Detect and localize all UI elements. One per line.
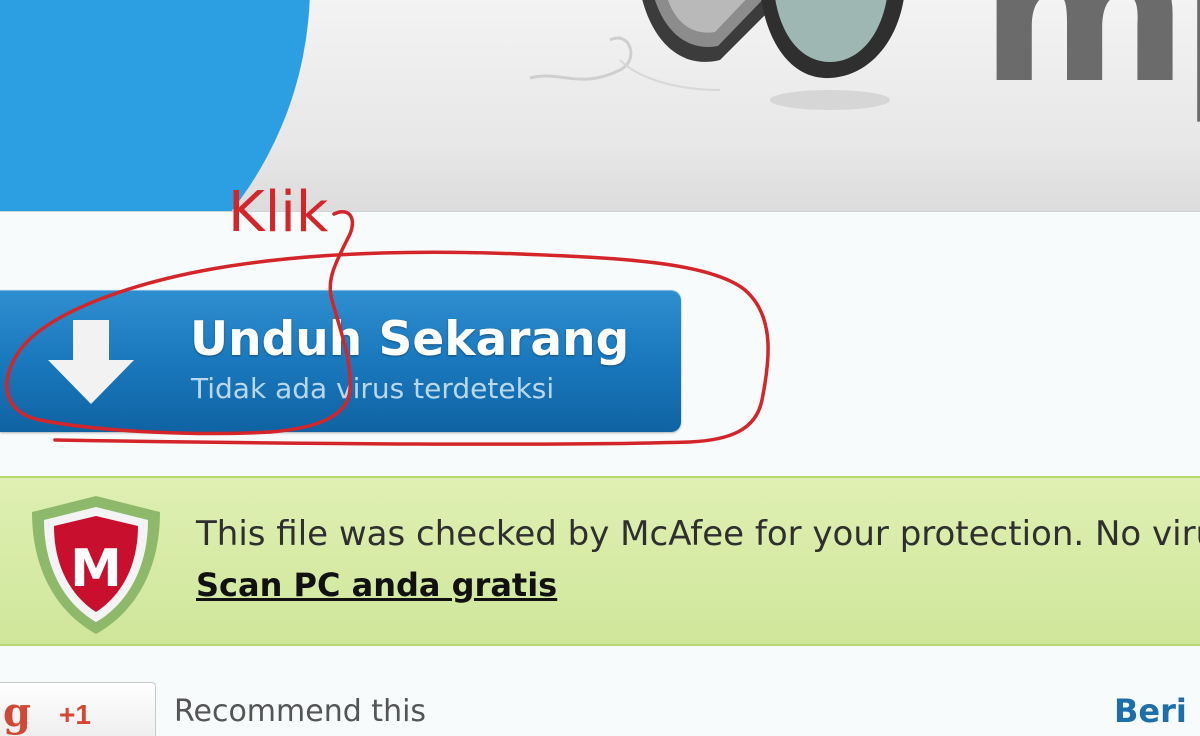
header-banner: mp (0, 0, 1200, 212)
mcafee-shield-icon: M (32, 496, 160, 634)
download-arrow-icon (48, 320, 134, 404)
download-subtitle: Tidak ada virus terdeteksi (191, 372, 555, 405)
annotation-klik-label: Klik (228, 180, 329, 245)
mcafee-letter: M (70, 539, 122, 599)
download-title: Unduh Sekarang (190, 312, 630, 367)
plusone-label: +1 (59, 699, 91, 730)
mcafee-message: This file was checked by McAfee for your… (196, 514, 1200, 554)
download-now-button[interactable]: Unduh Sekarang Tidak ada virus terdeteks… (0, 290, 681, 432)
scan-pc-link[interactable]: Scan PC anda gratis (196, 566, 557, 604)
google-plus-icon: g (3, 689, 31, 736)
beri-link[interactable]: Beri (1114, 692, 1187, 730)
mcafee-notice: M This file was checked by McAfee for yo… (0, 476, 1200, 646)
recommend-text: Recommend this (174, 694, 427, 729)
google-plusone-button[interactable]: g +1 (0, 682, 156, 736)
site-logo-text: mp (980, 0, 1200, 128)
speaker-icon (529, 0, 904, 110)
